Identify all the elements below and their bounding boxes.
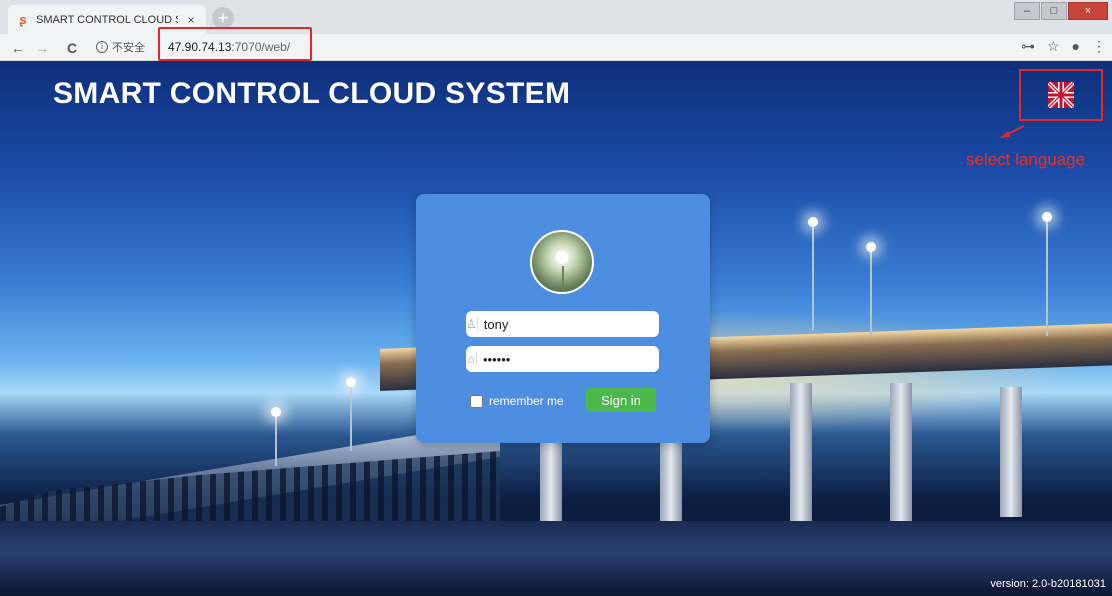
favicon-icon: ʂ bbox=[19, 12, 27, 27]
street-lamp bbox=[1042, 212, 1052, 336]
maximize-button[interactable]: □ bbox=[1041, 2, 1067, 20]
address-bar[interactable]: 47.90.74.13:7070/web/ bbox=[168, 40, 290, 54]
star-icon[interactable]: ☆ bbox=[1047, 38, 1060, 55]
url-host: 47.90.74.13 bbox=[168, 40, 232, 54]
sign-in-button[interactable]: Sign in bbox=[586, 388, 656, 412]
street-lamp bbox=[808, 217, 818, 331]
toolbar-actions: ⊶ ☆ ● ⋮ bbox=[1021, 38, 1106, 55]
page-background: SMART CONTROL CLOUD SYSTEM select langua… bbox=[0, 61, 1112, 596]
window-controls: – □ × bbox=[1014, 2, 1108, 20]
dandelion-stem bbox=[562, 266, 564, 290]
remember-me-label: remember me bbox=[489, 394, 564, 408]
user-icon: ♙ bbox=[466, 317, 478, 331]
url-path: :7070/web/ bbox=[231, 40, 291, 54]
back-button[interactable]: ← bbox=[8, 38, 28, 58]
app-title: SMART CONTROL CLOUD SYSTEM bbox=[53, 77, 571, 110]
login-card: ♙ ⌂ remember me Sign in bbox=[416, 194, 710, 443]
bridge-pillar bbox=[790, 383, 812, 523]
security-label: 不安全 bbox=[112, 42, 145, 54]
new-tab-button[interactable]: + bbox=[212, 7, 234, 29]
version-label: version: 2.0-b20181031 bbox=[990, 578, 1106, 590]
remember-me[interactable]: remember me bbox=[470, 394, 564, 408]
remember-me-checkbox[interactable] bbox=[470, 394, 483, 408]
site-info[interactable]: i 不安全 bbox=[96, 39, 145, 55]
language-flag-icon bbox=[1048, 82, 1074, 108]
tab-title: SMART CONTROL CLOUD SYS bbox=[36, 13, 178, 26]
street-lamp bbox=[866, 242, 876, 336]
reload-button[interactable]: C bbox=[62, 38, 82, 58]
info-icon: i bbox=[96, 41, 108, 53]
tab-close-button[interactable]: × bbox=[184, 13, 198, 27]
street-lamp bbox=[271, 407, 281, 466]
forward-button[interactable]: → bbox=[32, 38, 52, 58]
language-selector[interactable] bbox=[1019, 69, 1103, 121]
profile-icon[interactable]: ● bbox=[1072, 38, 1080, 55]
username-field[interactable]: ♙ bbox=[466, 311, 660, 337]
bridge-pillar bbox=[1000, 387, 1022, 517]
menu-icon[interactable]: ⋮ bbox=[1092, 38, 1106, 55]
password-input[interactable] bbox=[477, 351, 659, 367]
minimize-button[interactable]: – bbox=[1014, 2, 1040, 20]
password-field[interactable]: ⌂ bbox=[466, 346, 659, 372]
lock-icon: ⌂ bbox=[466, 352, 477, 366]
street-lamp bbox=[346, 377, 356, 451]
annotation-arrow-icon bbox=[1000, 125, 1025, 138]
window-close-button[interactable]: × bbox=[1068, 2, 1108, 20]
username-input[interactable] bbox=[477, 316, 660, 332]
water bbox=[0, 521, 1112, 596]
avatar bbox=[530, 230, 594, 294]
key-icon[interactable]: ⊶ bbox=[1021, 38, 1035, 55]
bridge-pillar bbox=[890, 383, 912, 523]
select-language-annotation: select language bbox=[966, 150, 1086, 169]
